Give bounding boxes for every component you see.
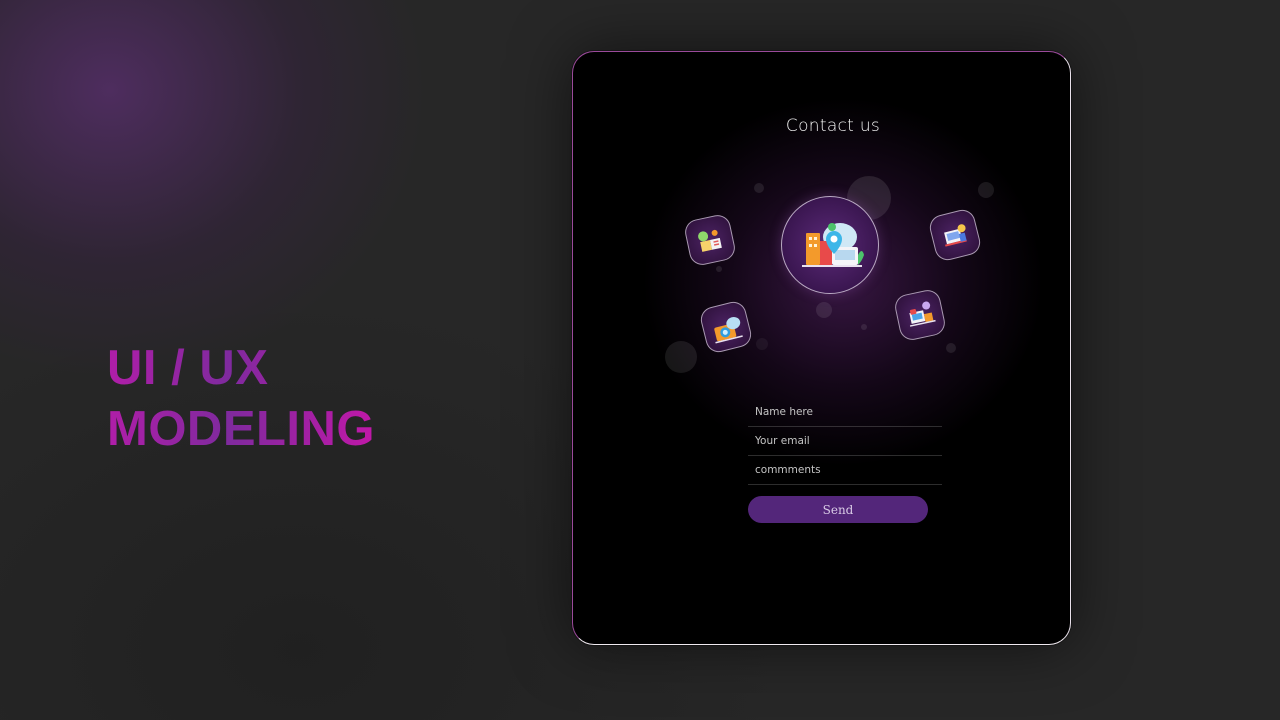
photo-camera-icon[interactable] (698, 299, 754, 355)
decorative-bubble (946, 343, 956, 353)
contact-title: Contact us (785, 116, 881, 136)
location-pin-icon-graphic (802, 223, 864, 267)
comments-field[interactable] (748, 456, 942, 485)
chat-megaphone-icon-graphic (909, 301, 936, 327)
presentation-board-icon-graphic (944, 224, 967, 247)
email-field[interactable] (748, 427, 942, 456)
decorative-bubble (861, 324, 867, 330)
photo-camera-icon-graphic (714, 317, 743, 344)
location-pin-icon[interactable] (781, 196, 879, 294)
decorative-bubble (756, 338, 768, 350)
headline-line-2: MODELING (107, 402, 376, 456)
page-headline: UI / UX MODELING (107, 338, 375, 460)
presentation-board-icon[interactable] (927, 207, 983, 263)
name-field[interactable] (748, 398, 942, 427)
contact-form (748, 398, 942, 485)
chat-megaphone-icon[interactable] (892, 287, 948, 343)
open-book-icon[interactable] (682, 212, 738, 268)
decorative-bubble (978, 182, 994, 198)
decorative-bubble (716, 266, 722, 272)
decorative-bubble (754, 183, 764, 193)
slide-canvas: UI / UX MODELING Contact us Name here Yo… (0, 0, 1280, 720)
decorative-bubble (816, 302, 832, 318)
headline-line-1: UI / UX (107, 341, 269, 395)
contact-card-mockup: Contact us Name here Your email commment… (572, 51, 1071, 645)
open-book-icon-graphic (698, 229, 722, 252)
send-button[interactable]: Send (748, 496, 928, 523)
decorative-bubble (665, 341, 697, 373)
